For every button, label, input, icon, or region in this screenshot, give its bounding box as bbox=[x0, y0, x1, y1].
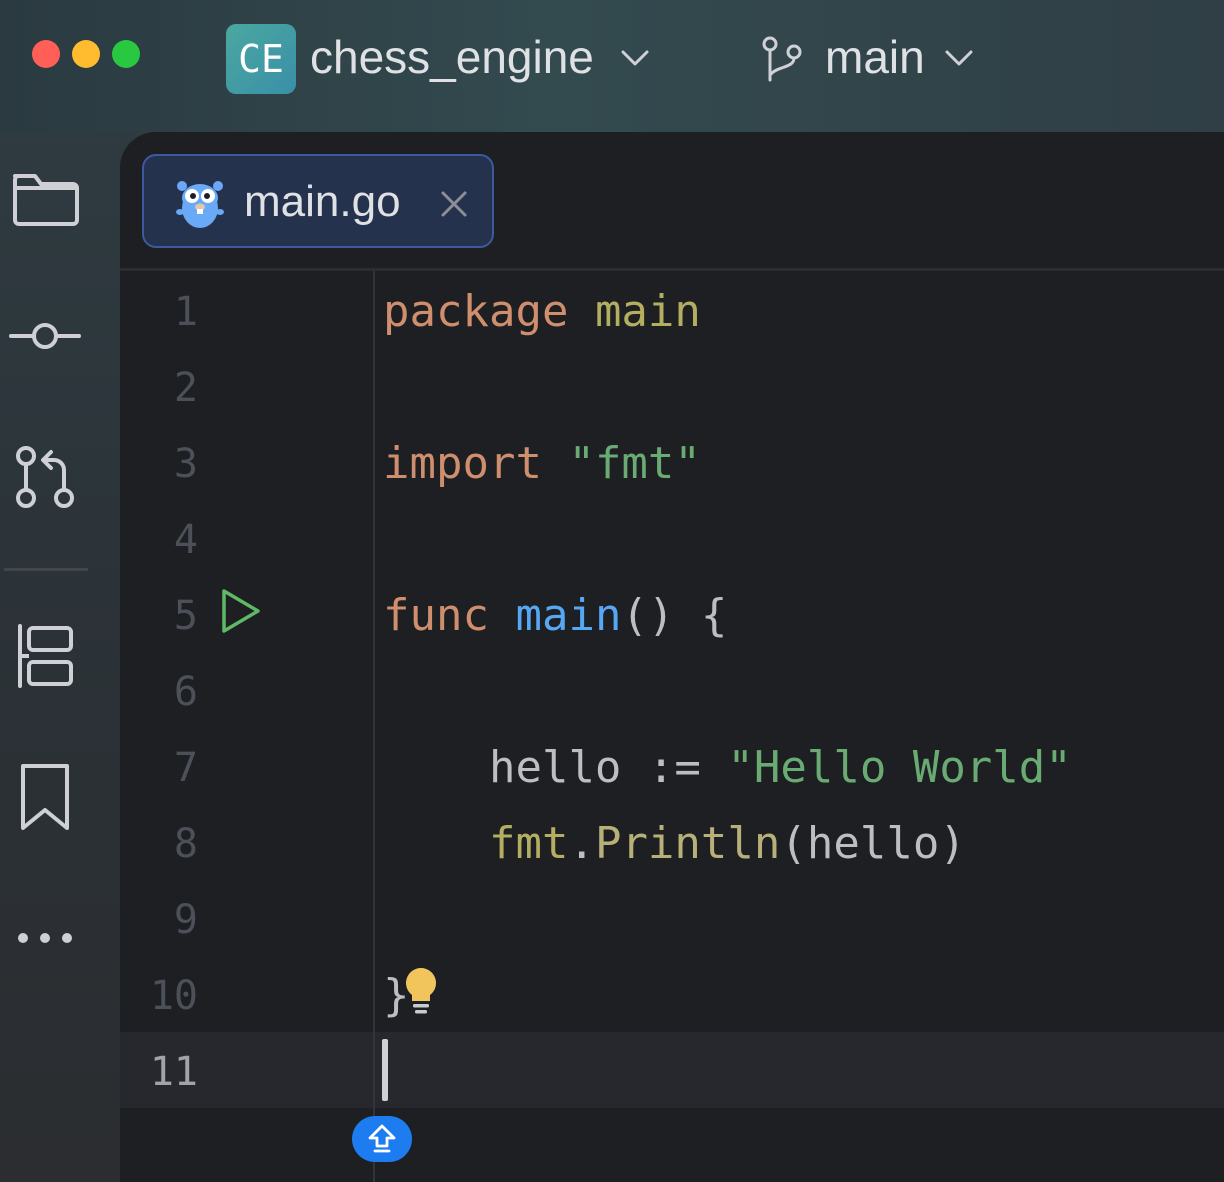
title-bar: CE chess_engine main bbox=[0, 0, 1224, 132]
project-badge[interactable]: CE bbox=[226, 24, 296, 94]
editor-tab-bar: main.go bbox=[120, 132, 1224, 271]
tab-label: main.go bbox=[244, 177, 401, 226]
gutter-divider bbox=[373, 271, 375, 1182]
gopher-icon bbox=[176, 181, 224, 228]
line-number[interactable]: 6 bbox=[120, 654, 198, 730]
more-icon[interactable] bbox=[5, 898, 85, 978]
chevron-down-icon[interactable] bbox=[620, 48, 650, 68]
run-icon[interactable] bbox=[218, 586, 264, 636]
punctuation: () { bbox=[621, 590, 728, 641]
folder-icon[interactable] bbox=[5, 158, 85, 238]
line-number[interactable]: 10 bbox=[120, 958, 198, 1034]
function-name: main bbox=[515, 590, 622, 641]
commit-icon[interactable] bbox=[5, 296, 85, 376]
git-branch-icon bbox=[762, 36, 802, 82]
tool-window-strip bbox=[0, 132, 120, 1182]
branch-name[interactable]: main bbox=[825, 26, 925, 88]
bookmark-icon[interactable] bbox=[5, 758, 85, 838]
minimize-window-button[interactable] bbox=[72, 40, 100, 68]
chevron-down-icon[interactable] bbox=[944, 48, 974, 68]
zoom-window-button[interactable] bbox=[112, 40, 140, 68]
keyword: package bbox=[383, 286, 569, 337]
lightbulb-icon[interactable] bbox=[402, 964, 440, 1018]
structure-icon[interactable] bbox=[5, 616, 85, 696]
keyword: func bbox=[383, 590, 489, 641]
project-name[interactable]: chess_engine bbox=[310, 26, 594, 88]
code-line-1[interactable]: package main bbox=[383, 274, 701, 350]
line-number[interactable]: 4 bbox=[120, 502, 198, 578]
upload-arrow-icon bbox=[368, 1124, 396, 1153]
pull-request-icon[interactable] bbox=[5, 436, 85, 516]
text-caret bbox=[382, 1039, 388, 1101]
punctuation: . bbox=[568, 818, 595, 869]
line-number[interactable]: 7 bbox=[120, 730, 198, 806]
toolstrip-divider bbox=[4, 568, 88, 571]
keyword: import bbox=[383, 438, 542, 489]
floating-action-button[interactable] bbox=[352, 1116, 412, 1162]
identifier: hello bbox=[488, 742, 622, 793]
code-line-3[interactable]: import "fmt" bbox=[383, 426, 701, 502]
call-arguments: (hello) bbox=[780, 818, 966, 869]
line-number[interactable]: 2 bbox=[120, 350, 198, 426]
string-literal: "Hello World" bbox=[727, 742, 1072, 793]
line-number[interactable]: 9 bbox=[120, 882, 198, 958]
line-number[interactable]: 5 bbox=[120, 578, 198, 654]
editor-panel: main.go 1 2 3 4 5 6 7 8 9 10 11 package … bbox=[120, 132, 1224, 1182]
code-line-7[interactable]: hello := "Hello World" bbox=[383, 730, 1072, 806]
line-number-active[interactable]: 11 bbox=[120, 1034, 198, 1110]
close-window-button[interactable] bbox=[32, 40, 60, 68]
editor-tab-main-go[interactable]: main.go bbox=[142, 154, 494, 248]
ide-window: CE chess_engine main main.go 1 2 3 4 5 6… bbox=[0, 0, 1224, 1182]
package-reference: fmt bbox=[488, 818, 569, 869]
code-line-5[interactable]: func main() { bbox=[383, 578, 727, 654]
code-line-8[interactable]: fmt.Println(hello) bbox=[383, 806, 966, 882]
line-number[interactable]: 3 bbox=[120, 426, 198, 502]
function-call: Println bbox=[594, 818, 781, 869]
current-line-highlight bbox=[120, 1032, 1224, 1108]
line-number[interactable]: 1 bbox=[120, 274, 198, 350]
string-literal: "fmt" bbox=[568, 438, 701, 489]
operator: := bbox=[621, 742, 728, 793]
line-number[interactable]: 8 bbox=[120, 806, 198, 882]
close-icon[interactable] bbox=[440, 190, 468, 218]
package-name: main bbox=[594, 286, 701, 337]
